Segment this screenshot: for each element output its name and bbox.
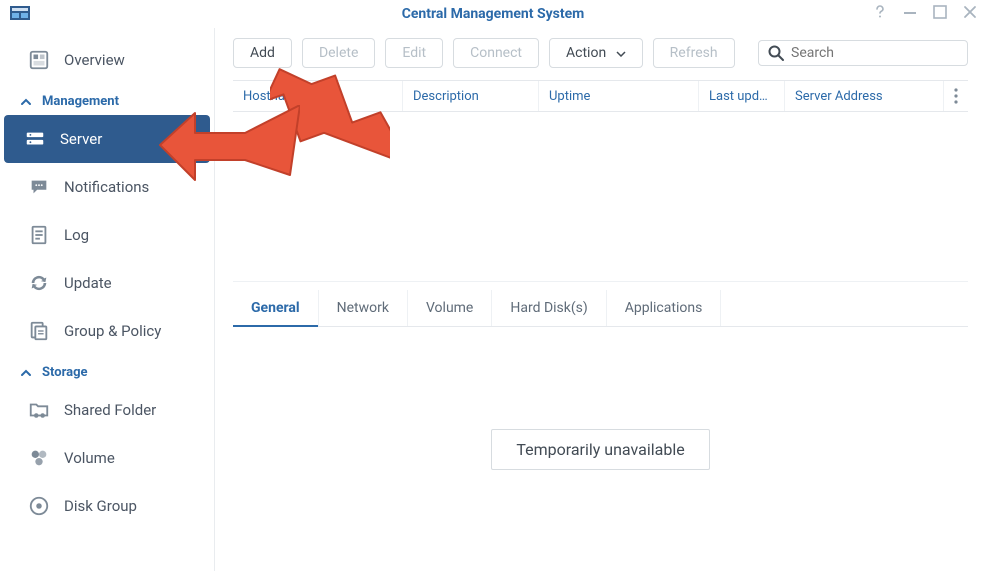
main-panel: Add Delete Edit Connect Action Refresh H… [215, 28, 986, 571]
column-description[interactable]: Description [403, 81, 539, 111]
toolbar: Add Delete Edit Connect Action Refresh [233, 28, 968, 80]
detail-panel: Temporarily unavailable [233, 327, 968, 571]
sidebar-item-server[interactable]: Server [4, 115, 210, 163]
chevron-up-icon [20, 96, 32, 108]
tab-volume[interactable]: Volume [408, 290, 492, 326]
notifications-icon [28, 176, 50, 198]
connect-button[interactable]: Connect [453, 38, 539, 68]
action-button[interactable]: Action [549, 38, 643, 68]
volume-icon [28, 447, 50, 469]
update-icon [28, 272, 50, 294]
search-box[interactable] [758, 40, 968, 66]
sidebar-section-label: Management [42, 94, 119, 109]
detail-tabs: General Network Volume Hard Disk(s) Appl… [233, 290, 968, 327]
sidebar-item-label: Update [64, 274, 112, 292]
sidebar: Overview Management Server Notifications [0, 28, 215, 571]
sidebar-section-storage[interactable]: Storage [0, 355, 214, 386]
sidebar-item-notifications[interactable]: Notifications [8, 163, 206, 211]
column-last-updated[interactable]: Last upd… [699, 81, 785, 111]
sidebar-item-update[interactable]: Update [8, 259, 206, 307]
sidebar-item-label: Disk Group [64, 497, 137, 515]
sidebar-item-shared-folder[interactable]: Shared Folder [8, 386, 206, 434]
edit-button[interactable]: Edit [385, 38, 443, 68]
sidebar-item-label: Volume [64, 449, 115, 467]
sidebar-item-log[interactable]: Log [8, 211, 206, 259]
sidebar-item-label: Shared Folder [64, 401, 156, 419]
server-table-header: Hostname Description Uptime Last upd… Se… [233, 80, 968, 112]
caret-down-icon [616, 45, 626, 61]
sidebar-item-label: Server [60, 130, 102, 148]
server-icon [24, 128, 46, 150]
sidebar-item-group-policy[interactable]: Group & Policy [8, 307, 206, 355]
tab-hard-disks[interactable]: Hard Disk(s) [492, 290, 606, 326]
title-bar: Central Management System [0, 0, 986, 28]
column-options-button[interactable] [944, 81, 968, 111]
close-icon[interactable] [962, 4, 978, 20]
disk-group-icon [28, 495, 50, 517]
sidebar-item-volume[interactable]: Volume [8, 434, 206, 482]
log-icon [28, 224, 50, 246]
shared-folder-icon [28, 399, 50, 421]
column-uptime[interactable]: Uptime [539, 81, 699, 111]
detail-placeholder: Temporarily unavailable [491, 429, 709, 470]
sidebar-item-overview[interactable]: Overview [8, 36, 206, 84]
server-table-body [233, 112, 968, 282]
sidebar-item-label: Overview [64, 51, 125, 69]
column-server-address[interactable]: Server Address [785, 81, 944, 111]
chevron-up-icon [20, 367, 32, 379]
delete-button[interactable]: Delete [302, 38, 375, 68]
maximize-icon[interactable] [932, 4, 948, 20]
window-title: Central Management System [0, 6, 986, 22]
tab-applications[interactable]: Applications [607, 290, 722, 326]
group-policy-icon [28, 320, 50, 342]
action-button-label: Action [566, 45, 606, 61]
tab-general[interactable]: General [233, 290, 319, 326]
minimize-icon[interactable] [902, 4, 918, 20]
sidebar-section-management[interactable]: Management [0, 84, 214, 115]
sidebar-item-label: Log [64, 226, 89, 244]
sidebar-item-disk-group[interactable]: Disk Group [8, 482, 206, 530]
add-button[interactable]: Add [233, 38, 292, 68]
sidebar-section-label: Storage [42, 365, 88, 380]
refresh-button[interactable]: Refresh [653, 38, 735, 68]
tab-network[interactable]: Network [319, 290, 408, 326]
sidebar-item-label: Notifications [64, 178, 149, 196]
sidebar-item-label: Group & Policy [64, 322, 161, 340]
help-icon[interactable] [872, 4, 888, 20]
search-icon [767, 44, 785, 62]
overview-icon [28, 49, 50, 71]
column-hostname[interactable]: Hostname [233, 81, 403, 111]
search-input[interactable] [791, 45, 959, 61]
